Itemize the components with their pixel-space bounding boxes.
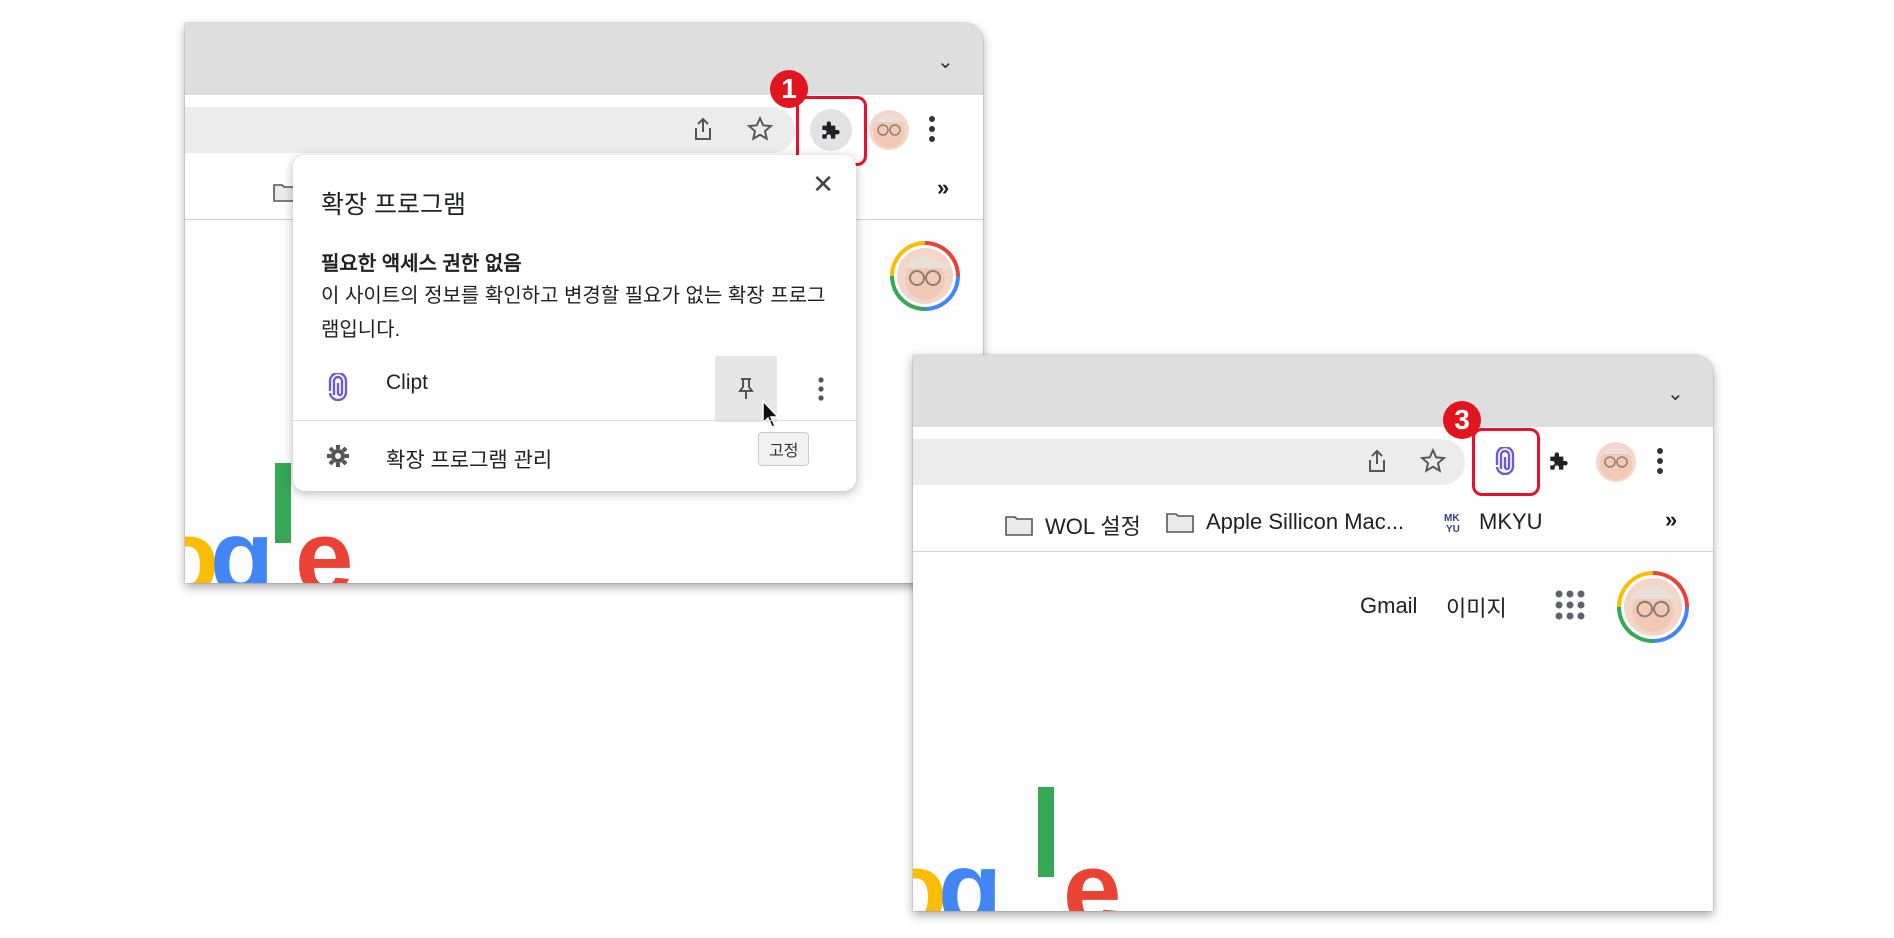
google-account-avatar[interactable] <box>890 241 960 311</box>
annotation-box-clipt-pinned <box>1472 428 1540 496</box>
toolbar <box>913 427 1713 497</box>
bookmark-item[interactable]: WOL 설정 <box>1005 509 1141 541</box>
browser-menu-icon[interactable] <box>922 111 942 147</box>
profile-avatar[interactable] <box>869 110 909 150</box>
tab-strip <box>185 23 983 95</box>
annotation-badge-3: 3 <box>1443 401 1481 439</box>
gmail-link[interactable]: Gmail <box>1360 593 1417 619</box>
bookmark-label: MKYU <box>1479 509 1543 534</box>
google-logo-partial: o g e <box>185 463 405 583</box>
folder-icon <box>1166 513 1194 533</box>
share-icon[interactable] <box>1361 445 1393 477</box>
tab-search-chevron-icon[interactable]: ⌄ <box>1667 381 1684 406</box>
images-link[interactable]: 이미지 <box>1446 591 1507 623</box>
extensions-popup: 확장 프로그램 ✕ 필요한 액세스 권한 없음 이 사이트의 정보를 확인하고 … <box>293 155 856 491</box>
clipt-extension-icon[interactable] <box>323 372 353 402</box>
gear-icon[interactable] <box>325 443 351 469</box>
pin-tooltip: 고정 <box>758 432 810 466</box>
browser-menu-icon[interactable] <box>1650 443 1670 479</box>
mkyu-logo-icon: MKYU <box>1444 513 1460 534</box>
extension-more-icon[interactable] <box>811 373 831 405</box>
popup-title: 확장 프로그램 <box>321 191 466 219</box>
svg-text:YU: YU <box>1446 524 1460 534</box>
bookmarks-bar: WOL 설정 Apple Sillicon Mac... MK YU MKYU » <box>913 497 1713 552</box>
google-apps-grid-icon[interactable] <box>1552 587 1588 623</box>
manage-extensions-link[interactable]: 확장 프로그램 관리 <box>386 444 552 474</box>
extension-name[interactable]: Clipt <box>386 371 428 395</box>
popup-divider <box>293 420 856 421</box>
bookmark-item[interactable]: Apple Sillicon Mac... <box>1166 509 1404 535</box>
close-icon[interactable]: ✕ <box>812 169 834 200</box>
share-icon[interactable] <box>687 113 719 145</box>
access-heading: 필요한 액세스 권한 없음 <box>321 253 522 275</box>
bookmark-label: WOL 설정 <box>1045 514 1141 539</box>
google-logo-partial: o g e <box>913 787 1133 911</box>
bookmark-overflow-chevron[interactable]: » <box>937 175 949 201</box>
bookmark-item[interactable]: MK YU MKYU <box>1443 509 1543 535</box>
access-description: 이 사이트의 정보를 확인하고 변경할 필요가 없는 확장 프로그램입니다. <box>321 285 826 341</box>
bookmark-overflow-chevron[interactable]: » <box>1665 507 1677 533</box>
mouse-cursor-icon <box>760 397 782 431</box>
google-account-avatar[interactable] <box>1617 571 1689 643</box>
bookmark-star-icon[interactable] <box>744 113 776 145</box>
svg-text:MK: MK <box>1444 513 1460 524</box>
annotation-badge-1: 1 <box>770 70 808 108</box>
browser-window-2: ⌄ WOL 설정 Apple Sillicon Mac... MK YU MKY… <box>913 355 1713 911</box>
extensions-puzzle-icon[interactable] <box>1543 445 1575 477</box>
tab-search-chevron-icon[interactable]: ⌄ <box>937 49 954 74</box>
profile-avatar[interactable] <box>1596 442 1636 482</box>
bookmark-star-icon[interactable] <box>1417 445 1449 477</box>
tab-strip <box>913 355 1713 427</box>
bookmark-label: Apple Sillicon Mac... <box>1206 509 1405 534</box>
folder-icon <box>1005 516 1033 536</box>
